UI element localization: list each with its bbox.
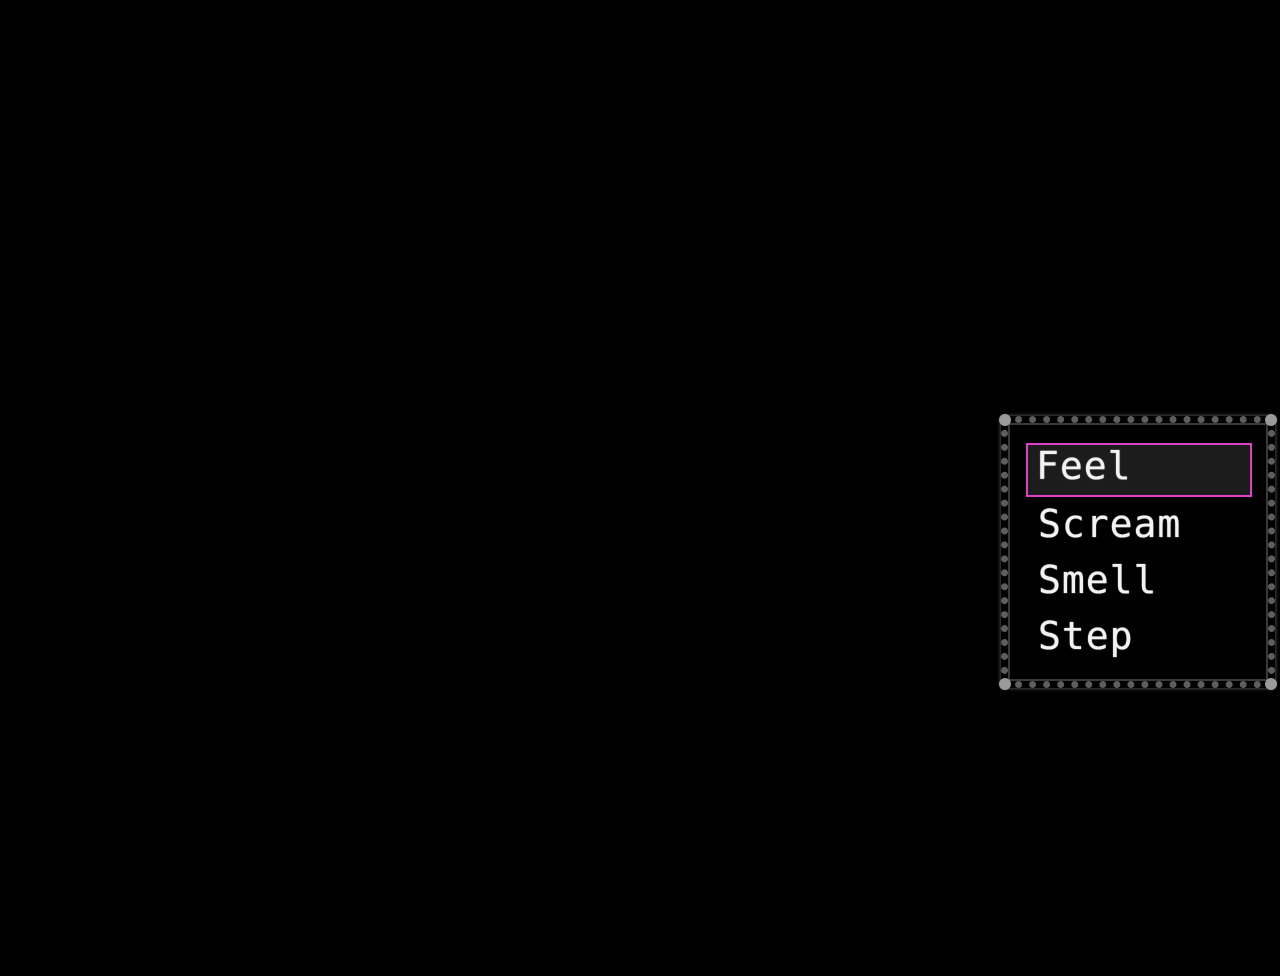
menu-corner-ornament — [999, 678, 1011, 690]
menu-option-smell[interactable]: Smell — [1026, 553, 1252, 609]
menu-corner-ornament — [1265, 678, 1277, 690]
menu-corner-ornament — [1265, 414, 1277, 426]
command-option-list: Feel Scream Smell Step — [1026, 443, 1252, 665]
game-screen: Feel Scream Smell Step — [0, 0, 1280, 976]
menu-corner-ornament — [999, 414, 1011, 426]
menu-option-step[interactable]: Step — [1026, 609, 1252, 665]
menu-option-scream[interactable]: Scream — [1026, 497, 1252, 553]
menu-option-feel[interactable]: Feel — [1026, 443, 1252, 497]
command-menu: Feel Scream Smell Step — [999, 414, 1277, 690]
